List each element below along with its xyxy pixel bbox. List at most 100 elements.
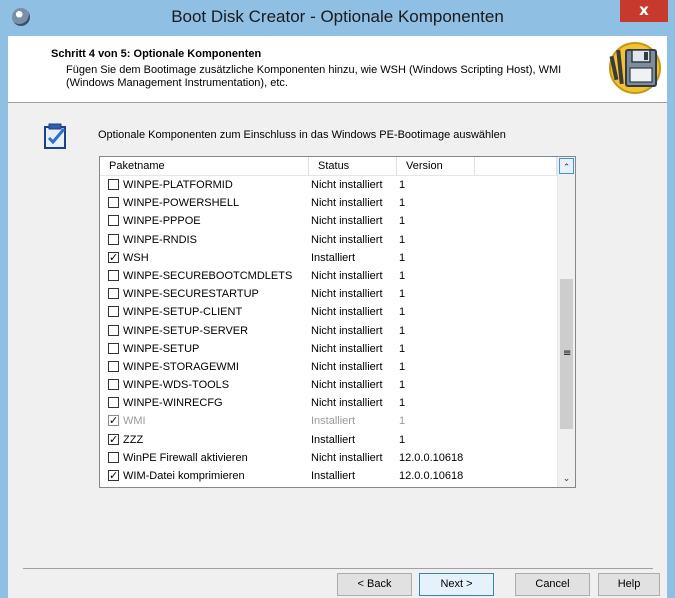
scroll-thumb[interactable]: ≡	[560, 279, 573, 429]
package-version: 1	[399, 415, 406, 428]
package-name: WINPE-SETUP	[123, 342, 200, 355]
list-scrollbar[interactable]: ⌃ ≡ ⌄	[557, 157, 575, 487]
scroll-up-button[interactable]: ⌃	[559, 158, 574, 174]
row-checkbox[interactable]	[108, 197, 119, 209]
row-checkbox[interactable]	[108, 412, 119, 430]
column-header-version[interactable]: Version	[397, 157, 475, 175]
row-checkbox[interactable]	[108, 288, 119, 300]
dialog-client: Schritt 4 von 5: Optionale Komponenten F…	[8, 36, 667, 598]
package-status: Nicht installiert	[311, 215, 383, 228]
package-name: WINPE-PPPOE	[123, 215, 201, 228]
package-version: 1	[399, 251, 406, 264]
package-status: Installiert	[311, 433, 356, 446]
package-name: WIM-Datei komprimieren	[123, 470, 245, 482]
next-button[interactable]: Next >	[419, 573, 494, 596]
package-version: 1	[399, 197, 406, 210]
title-bar[interactable]: Boot Disk Creator - Optionale Komponente…	[0, 0, 675, 36]
row-checkbox[interactable]	[108, 324, 119, 336]
table-row[interactable]: WSH Installiert 1	[100, 249, 557, 267]
package-name: WINPE-WDS-TOOLS	[123, 379, 230, 392]
table-row[interactable]: WINPE-SETUP Nicht installiert 1	[100, 340, 557, 358]
package-name: WINPE-SETUP-SERVER	[123, 324, 249, 337]
package-status: Nicht installiert	[311, 342, 383, 355]
column-header-empty	[475, 157, 557, 175]
row-checkbox[interactable]	[108, 379, 119, 391]
package-name: WINPE-SECUREBOOTCMDLETS	[123, 269, 293, 282]
package-status: Nicht installiert	[311, 233, 383, 246]
floppy-disk-logo-icon	[609, 42, 661, 94]
package-status: Nicht installiert	[311, 197, 383, 210]
back-button[interactable]: < Back	[337, 573, 412, 596]
package-version: 1	[399, 397, 406, 410]
package-version: 1	[399, 215, 406, 228]
table-row[interactable]: WINPE-SETUP-CLIENT Nicht installiert 1	[100, 303, 557, 321]
package-version: 1	[399, 306, 406, 319]
table-row[interactable]: WMI Installiert 1	[100, 412, 557, 430]
package-status: Nicht installiert	[311, 269, 383, 282]
table-row[interactable]: WINPE-WDS-TOOLS Nicht installiert 1	[100, 376, 557, 394]
table-row[interactable]: WINPE-RNDIS Nicht installiert 1	[100, 231, 557, 249]
close-button[interactable]: x	[620, 0, 668, 22]
row-checkbox[interactable]	[108, 269, 119, 281]
cancel-button[interactable]: Cancel	[515, 573, 590, 596]
row-checkbox[interactable]	[108, 306, 119, 318]
package-status: Installiert	[311, 470, 356, 482]
list-rows: WINPE-PLATFORMID Nicht installiert 1 WINPE-…	[100, 176, 557, 485]
package-name: WINPE-SECURESTARTUP	[123, 288, 259, 301]
step-description: Fügen Sie dem Bootimage zusätzliche Komp…	[66, 64, 562, 89]
button-divider	[23, 568, 653, 569]
row-checkbox[interactable]	[108, 360, 119, 372]
column-header-package[interactable]: Paketname	[100, 157, 309, 175]
row-checkbox[interactable]	[108, 233, 119, 245]
package-status: Nicht installiert	[311, 360, 383, 373]
help-button[interactable]: Help	[598, 573, 660, 596]
package-version: 1	[399, 233, 406, 246]
package-version: 1	[399, 433, 406, 446]
package-name: WINPE-PLATFORMID	[123, 179, 233, 191]
package-status: Nicht installiert	[311, 397, 383, 410]
window-title: Boot Disk Creator - Optionale Komponente…	[171, 7, 504, 26]
row-checkbox[interactable]	[108, 342, 119, 354]
row-checkbox[interactable]	[108, 451, 119, 463]
package-name: WINPE-RNDIS	[123, 233, 197, 246]
table-row[interactable]: WINPE-PPPOE Nicht installiert 1	[100, 212, 557, 230]
step-title: Schritt 4 von 5: Optionale Komponenten	[51, 48, 262, 60]
package-name: WINPE-STORAGEWMI	[123, 360, 239, 373]
row-checkbox[interactable]	[108, 179, 119, 190]
wizard-header: Schritt 4 von 5: Optionale Komponenten F…	[8, 36, 667, 103]
package-version: 12.0.0.10618	[399, 470, 464, 482]
package-name: WSH	[123, 251, 149, 264]
scroll-down-button[interactable]: ⌄	[559, 470, 574, 486]
column-header-status[interactable]: Status	[309, 157, 397, 175]
dialog-window: Boot Disk Creator - Optionale Komponente…	[0, 0, 675, 598]
package-status: Installiert	[311, 415, 356, 428]
table-row[interactable]: WINPE-WINRECFG Nicht installiert 1	[100, 394, 557, 412]
package-name: WINPE-WINRECFG	[123, 397, 223, 410]
package-name: WINPE-POWERSHELL	[123, 197, 240, 210]
table-row[interactable]: WINPE-PLATFORMID Nicht installiert 1	[100, 176, 557, 194]
row-checkbox[interactable]	[108, 215, 119, 227]
table-row[interactable]: WINPE-POWERSHELL Nicht installiert 1	[100, 194, 557, 212]
package-status: Nicht installiert	[311, 306, 383, 319]
table-row[interactable]: WIM-Datei komprimieren Installiert 12.0.0.…	[100, 467, 557, 485]
table-row[interactable]: WINPE-SECUREBOOTCMDLETS Nicht installiert…	[100, 267, 557, 285]
package-status: Nicht installiert	[311, 324, 383, 337]
package-version: 12.0.0.10618	[399, 451, 464, 464]
section-label: Optionale Komponenten zum Einschluss in …	[98, 129, 506, 141]
package-name: WinPE Firewall aktivieren	[123, 451, 248, 464]
table-row[interactable]: WinPE Firewall aktivieren Nicht installie…	[100, 449, 557, 467]
package-status: Nicht installiert	[311, 288, 383, 301]
table-row[interactable]: WINPE-SECURESTARTUP Nicht installiert 1	[100, 285, 557, 303]
row-checkbox[interactable]	[108, 249, 119, 267]
table-row[interactable]: WINPE-STORAGEWMI Nicht installiert 1	[100, 358, 557, 376]
row-checkbox[interactable]	[108, 431, 119, 449]
row-checkbox[interactable]	[108, 467, 119, 485]
package-name: WINPE-SETUP-CLIENT	[123, 306, 243, 319]
row-checkbox[interactable]	[108, 397, 119, 409]
package-version: 1	[399, 342, 406, 355]
list-header: Paketname Status Version	[100, 157, 557, 176]
table-row[interactable]: ZZZ Installiert 1	[100, 431, 557, 449]
components-list[interactable]: Paketname Status Version WINPE-PLATFORMI…	[99, 156, 576, 488]
table-row[interactable]: WINPE-SETUP-SERVER Nicht installiert 1	[100, 322, 557, 340]
package-status: Nicht installiert	[311, 179, 383, 191]
